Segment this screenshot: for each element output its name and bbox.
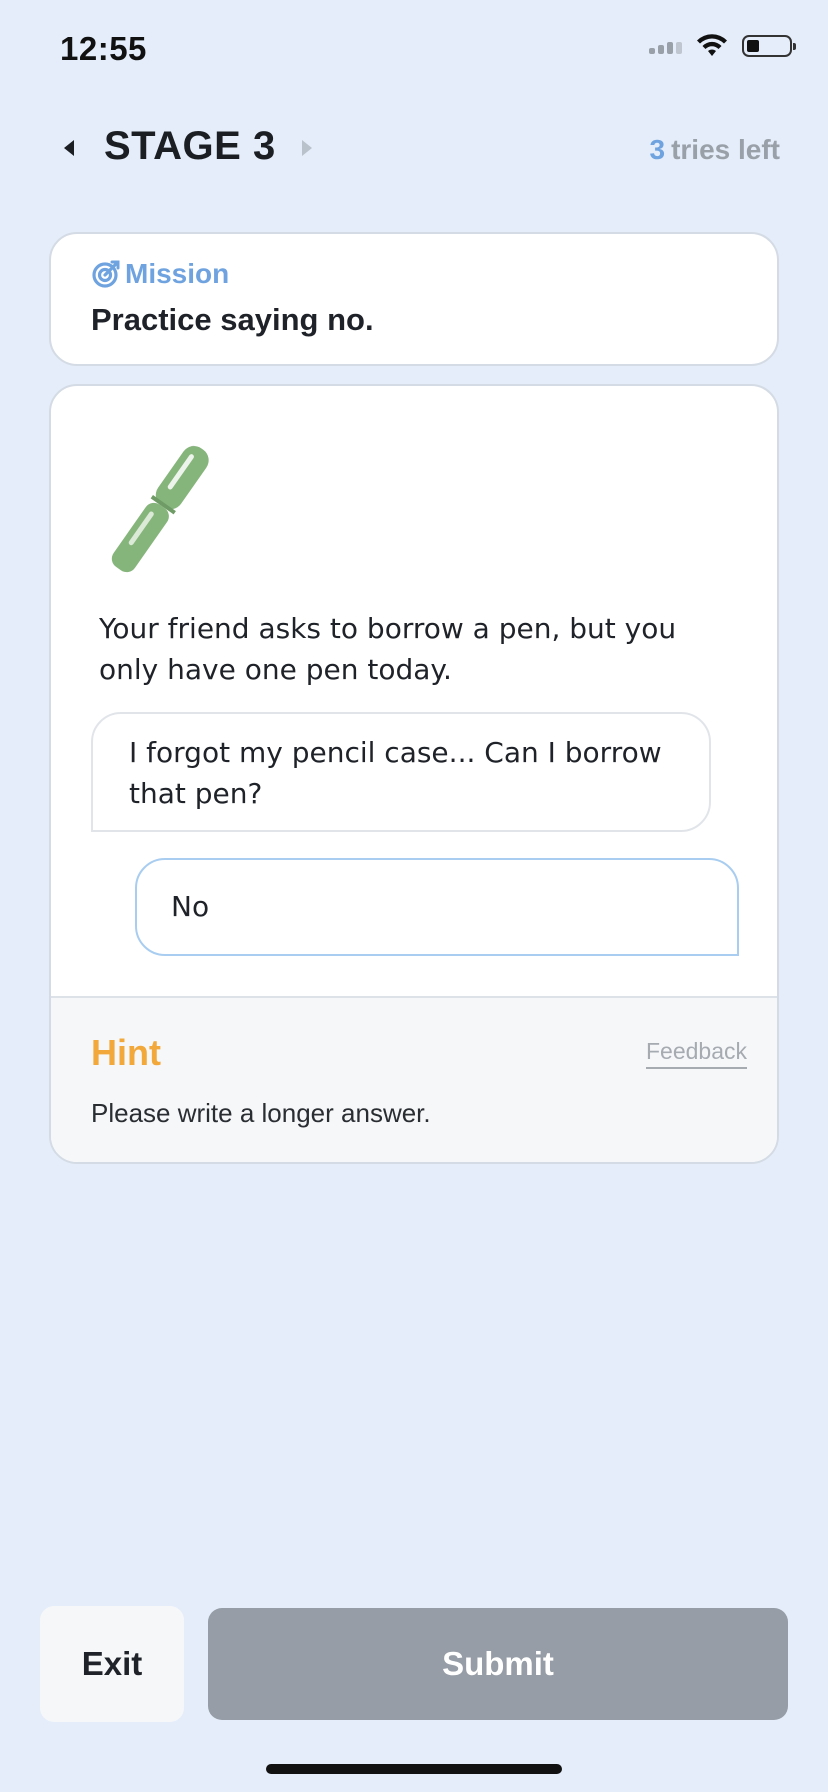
pen-icon <box>111 445 209 573</box>
next-stage-icon[interactable] <box>300 140 312 156</box>
hint-text: Please write a longer answer. <box>91 1098 431 1128</box>
feedback-link[interactable]: Feedback <box>645 1038 747 1069</box>
answer-input[interactable]: No <box>135 858 739 956</box>
friend-message-bubble: I forgot my pencil case... Can I borrow … <box>91 712 711 832</box>
submit-button[interactable]: Submit <box>208 1608 788 1720</box>
target-icon <box>92 260 120 288</box>
tries-left: 3 tries left <box>649 134 780 166</box>
hint-section: Hint Feedback Please write a longer answ… <box>51 996 777 1162</box>
signal-icon <box>649 38 682 54</box>
previous-stage-icon[interactable] <box>64 140 76 156</box>
mission-card: Mission Practice saying no. <box>49 232 779 366</box>
mission-text: Practice saying no. <box>91 302 374 337</box>
scenario-card: Your friend asks to borrow a pen, but yo… <box>49 384 779 1164</box>
exit-button[interactable]: Exit <box>40 1606 184 1722</box>
hint-title: Hint <box>91 1032 161 1073</box>
wifi-icon <box>697 34 727 56</box>
mission-label: Mission <box>91 258 229 290</box>
tries-label: tries left <box>671 134 780 165</box>
home-indicator[interactable] <box>266 1764 562 1774</box>
status-icons <box>649 34 796 58</box>
battery-icon <box>742 35 796 57</box>
scenario-description: Your friend asks to borrow a pen, but yo… <box>99 612 677 686</box>
status-time: 12:55 <box>60 30 147 67</box>
tries-count: 3 <box>649 134 666 165</box>
stage-title: STAGE 3 <box>104 124 276 168</box>
mission-label-text: Mission <box>125 258 230 289</box>
